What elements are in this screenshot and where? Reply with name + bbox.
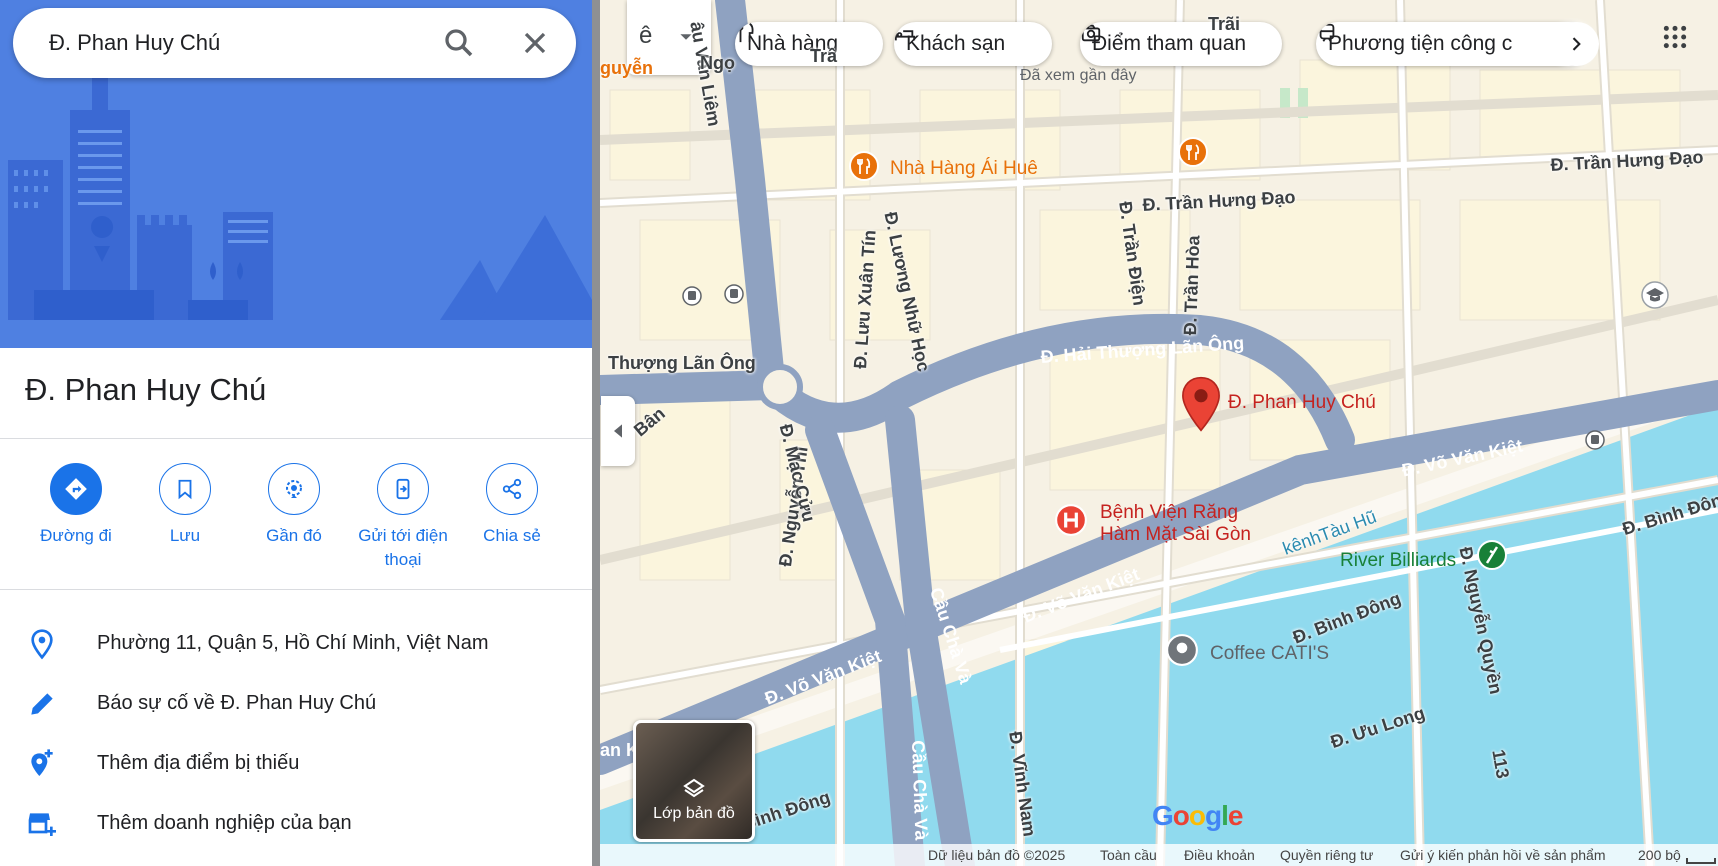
road-label: Cầu Chà Và [908, 740, 932, 841]
map-data-credit: Dữ liệu bản đồ ©2025 [928, 847, 1066, 863]
chips-next-button[interactable] [1553, 22, 1599, 66]
chevron-left-icon [614, 424, 622, 438]
chip-restaurants[interactable]: Nhà hàng [735, 22, 883, 66]
pin-label-coffee[interactable]: Coffee CATI'S [1210, 643, 1329, 665]
panel-scrollbar[interactable] [592, 0, 600, 866]
pin-label-hospital[interactable]: Bệnh Viện Răng Hàm Mặt Sài Gòn [1100, 502, 1251, 546]
apps-grid-icon[interactable] [1662, 24, 1688, 50]
close-icon[interactable] [517, 25, 553, 61]
directions-button[interactable]: Đường đi [21, 463, 131, 548]
recently-viewed-label: Đã xem gần đây [1020, 67, 1137, 84]
chip-attractions[interactable]: Điểm tham quan [1080, 22, 1282, 66]
map-base [600, 0, 1718, 866]
add-business-row[interactable]: Thêm doanh nghiệp của bạn [0, 798, 592, 848]
google-logo: Google [1152, 800, 1243, 831]
search-icon[interactable] [441, 25, 477, 61]
map-footer: Dữ liệu bản đồ ©2025 Toàn cầu Điều khoản… [600, 844, 1718, 866]
bus-stop-icon[interactable] [682, 286, 702, 306]
report-issue-row[interactable]: Báo sự cố về Đ. Phan Huy Chú [0, 678, 592, 728]
add-business-icon [28, 813, 56, 836]
add-place-icon [31, 749, 53, 776]
privacy-link[interactable]: Quyền riêng tư [1280, 847, 1373, 863]
chip-hotels[interactable]: Khách sạn [894, 22, 1052, 66]
road-label: Ngọ [700, 53, 735, 73]
selected-location-pin-icon[interactable] [1181, 376, 1221, 432]
road-label: Trầ [810, 46, 838, 66]
feedback-link[interactable]: Gửi ý kiến phản hồi về sản phẩm [1400, 847, 1606, 863]
save-button[interactable]: Lưu [130, 463, 240, 548]
pin-label-restaurant[interactable]: Nhà Hàng Ái Huê [890, 158, 1038, 180]
chip-transit[interactable]: Phương tiện công c [1316, 22, 1591, 66]
nearby-icon [286, 480, 302, 498]
billiards-pin-icon[interactable] [1476, 539, 1508, 571]
hotel-icon [894, 27, 916, 41]
place-title: Đ. Phan Huy Chú [25, 372, 267, 407]
layers-button[interactable]: Lớp bản đồ [633, 720, 755, 842]
search-input[interactable]: Đ. Phan Huy Chú [49, 30, 220, 56]
map-canvas[interactable]: ê Nhà hàng Khách sạn Điểm tham quan Phươ… [600, 0, 1718, 866]
road-label: guyễn [600, 58, 654, 78]
bookmark-icon [178, 479, 192, 500]
scale-bar [1686, 858, 1716, 864]
camera-icon [1081, 24, 1101, 42]
chevron-right-icon [1572, 37, 1581, 51]
location-pin-icon [31, 629, 53, 660]
collapse-panel-button[interactable] [601, 396, 635, 466]
send-to-phone-icon [396, 478, 410, 500]
pin-label-selected[interactable]: Đ. Phan Huy Chú [1228, 392, 1376, 414]
terms-link[interactable]: Điều khoản [1184, 847, 1255, 863]
share-button[interactable]: Chia sẻ [457, 463, 567, 548]
global-link[interactable]: Toàn cầu [1100, 847, 1157, 863]
nearby-button[interactable]: Gần đó [239, 463, 349, 548]
add-missing-place-row[interactable]: Thêm địa điểm bị thiếu [0, 738, 592, 788]
place-panel: Đ. Phan Huy Chú Đ. Phan Huy Chú Đường đi… [0, 0, 592, 866]
pin-label-billiards[interactable]: River Billiards [1340, 550, 1456, 572]
hospital-pin-icon[interactable] [1054, 503, 1088, 537]
scale-label[interactable]: 200 bộ [1638, 847, 1681, 863]
bus-stop-icon[interactable] [1585, 430, 1605, 450]
edit-pencil-icon [31, 693, 53, 715]
restaurant-pin-icon[interactable] [1177, 136, 1209, 168]
address-row[interactable]: Phường 11, Quận 5, Hồ Chí Minh, Việt Nam [0, 618, 592, 668]
transit-icon [1319, 23, 1335, 42]
restaurant-icon [737, 23, 754, 43]
share-icon [502, 478, 522, 500]
place-pin-icon[interactable] [1165, 633, 1199, 667]
divider [0, 589, 592, 590]
directions-icon [65, 478, 87, 500]
search-box[interactable]: Đ. Phan Huy Chú [13, 8, 576, 78]
school-icon[interactable] [1640, 280, 1670, 310]
road-label: Trãi [1208, 14, 1241, 34]
road-label: Thượng Lãn Ông [608, 353, 756, 373]
layers-icon [683, 778, 705, 798]
send-to-phone-button[interactable]: Gửi tới điện thoại [348, 463, 458, 572]
road-label: Đ. Trần Hòa [1180, 235, 1204, 336]
divider [0, 438, 592, 439]
restaurant-pin-icon[interactable] [848, 150, 880, 182]
bus-stop-icon[interactable] [724, 284, 744, 304]
